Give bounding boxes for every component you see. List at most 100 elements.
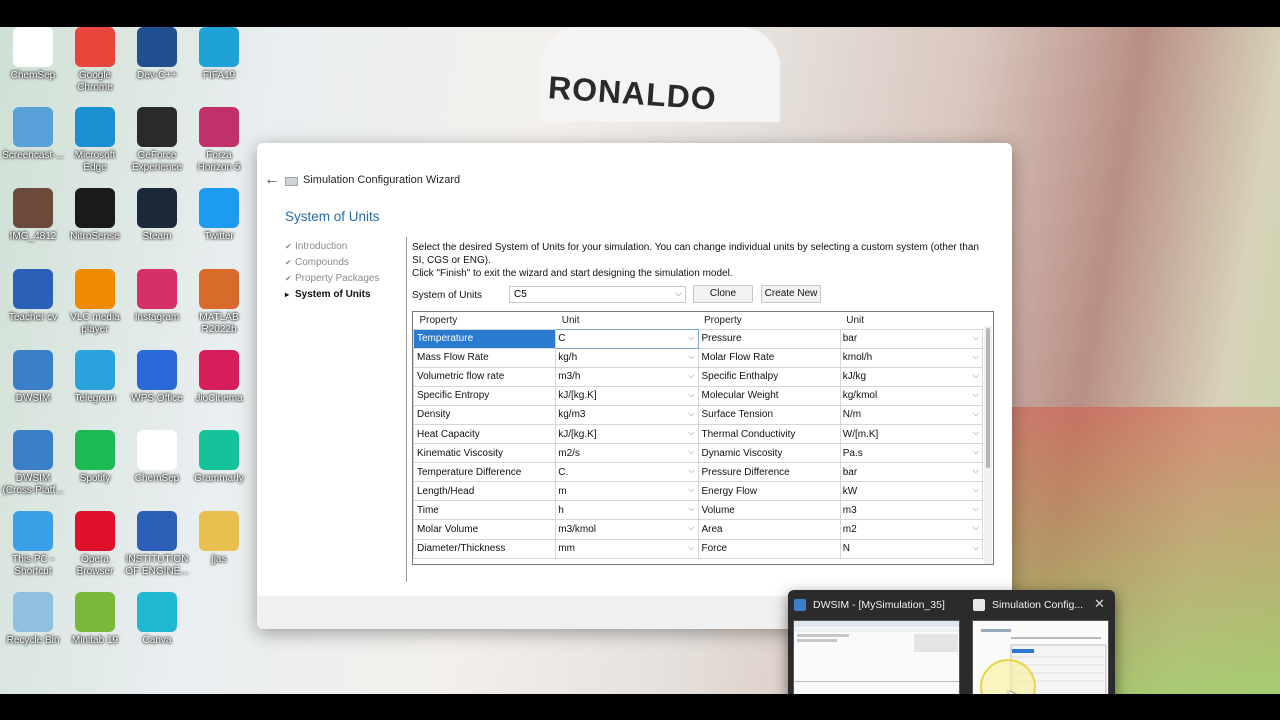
property-cell[interactable]: Kinematic Viscosity: [413, 443, 557, 464]
property-cell[interactable]: Pressure: [697, 328, 841, 349]
property-cell[interactable]: Force: [697, 538, 841, 559]
column-header[interactable]: Unit: [555, 312, 698, 329]
clone-button[interactable]: Clone: [693, 285, 753, 303]
unit-select[interactable]: kg/kmol ⌵: [839, 385, 984, 406]
property-cell[interactable]: Thermal Conductivity: [697, 423, 841, 445]
wizard-step[interactable]: ✔ Introduction: [285, 239, 380, 255]
desktop-icon-forza[interactable]: Forza Horizon 5: [186, 107, 252, 174]
desktop-icon-minitab[interactable]: Minitab 19: [62, 592, 128, 647]
column-header[interactable]: Unit: [840, 312, 983, 329]
unit-select[interactable]: m3/kmol ⌵: [555, 519, 699, 540]
unit-select[interactable]: W/[m.K] ⌵: [839, 423, 984, 445]
wizard-step[interactable]: ✔ Compounds: [285, 255, 380, 271]
property-cell[interactable]: Area: [697, 519, 841, 540]
unit-select[interactable]: m2 ⌵: [839, 519, 984, 540]
column-header[interactable]: Property: [413, 312, 556, 329]
scrollbar-thumb[interactable]: [986, 328, 990, 468]
desktop-icon-spotify[interactable]: Spotify: [62, 430, 128, 485]
desktop-icon-geforce[interactable]: GeForce Experience: [124, 107, 190, 174]
grid-scrollbar[interactable]: [984, 326, 992, 564]
desktop-icon-dwsim[interactable]: DWSIM: [0, 350, 66, 405]
desktop-icon-word-doc[interactable]: Teacher cv: [0, 269, 66, 324]
property-cell[interactable]: Mass Flow Rate: [413, 347, 557, 368]
desktop-icon-vlc[interactable]: VLC media player: [62, 269, 128, 336]
property-cell[interactable]: Specific Enthalpy: [697, 366, 841, 387]
close-icon[interactable]: ✕: [1094, 596, 1105, 612]
property-cell[interactable]: Length/Head: [413, 481, 557, 502]
unit-select[interactable]: kmol/h ⌵: [839, 347, 984, 368]
desktop-icon-grammarly[interactable]: Grammarly: [186, 430, 252, 485]
unit-select[interactable]: kg/m3 ⌵: [555, 404, 699, 425]
unit-select[interactable]: m3/h ⌵: [555, 366, 699, 387]
unit-select[interactable]: kJ/[kg.K] ⌵: [555, 385, 699, 406]
property-cell[interactable]: Temperature: [413, 328, 557, 349]
unit-select[interactable]: N/m ⌵: [839, 404, 984, 425]
desktop-icon-label: Telegram: [74, 393, 116, 404]
unit-select[interactable]: C. ⌵: [555, 462, 699, 483]
desktop-icon-opera[interactable]: Opera Browser: [62, 511, 128, 578]
property-cell[interactable]: Time: [413, 500, 557, 521]
property-cell[interactable]: Energy Flow: [697, 481, 841, 502]
create-new-button[interactable]: Create New: [761, 285, 821, 303]
desktop-icon-screencast[interactable]: Screencast-...: [0, 107, 66, 162]
property-cell[interactable]: Molar Flow Rate: [697, 347, 841, 368]
preview-title-dwsim[interactable]: DWSIM - [MySimulation_35]: [813, 599, 945, 611]
desktop-icon-fifa19[interactable]: FIFA19: [186, 27, 252, 82]
desktop-icon-chrome[interactable]: Google Chrome: [62, 27, 128, 94]
desktop-icon-nitrosense[interactable]: NitroSense: [62, 188, 128, 243]
desktop-icon-instagram[interactable]: Instagram: [124, 269, 190, 324]
preview-title-wizard[interactable]: Simulation Config...: [992, 599, 1083, 611]
preview-thumbnail-dwsim[interactable]: [793, 620, 960, 694]
desktop-icon-edge[interactable]: Microsoft Edge: [62, 107, 128, 174]
unit-select[interactable]: kJ/kg ⌵: [839, 366, 984, 387]
unit-select[interactable]: mm ⌵: [555, 538, 699, 559]
property-cell[interactable]: Volumetric flow rate: [413, 366, 557, 387]
unit-select[interactable]: bar ⌵: [839, 328, 984, 349]
unit-select[interactable]: kg/h ⌵: [555, 347, 699, 368]
unit-select[interactable]: h ⌵: [555, 500, 699, 521]
wizard-step[interactable]: ▸ System of Units: [285, 287, 380, 303]
property-cell[interactable]: Pressure Difference: [697, 462, 841, 483]
desktop-icon-twitter[interactable]: Twitter: [186, 188, 252, 243]
unit-select[interactable]: m ⌵: [555, 481, 699, 502]
desktop-icon-wps[interactable]: WPS Office: [124, 350, 190, 405]
property-cell[interactable]: Dynamic Viscosity: [697, 443, 841, 464]
chevron-down-icon: ⌵: [972, 523, 979, 533]
back-arrow-icon[interactable]: ←: [264, 171, 280, 189]
wizard-step[interactable]: ✔ Property Packages: [285, 271, 380, 287]
desktop-icon-recycle-bin[interactable]: Recycle Bin: [0, 592, 66, 647]
property-cell[interactable]: Heat Capacity: [413, 423, 557, 445]
property-cell[interactable]: Specific Entropy: [413, 385, 557, 406]
desktop-icon-chemsep[interactable]: ChemSep: [0, 27, 66, 82]
desktop-icon-canva[interactable]: Canva: [124, 592, 190, 647]
desktop-icon-image[interactable]: IMG_4812: [0, 188, 66, 243]
desktop-icon-devcpp[interactable]: Dev-C++: [124, 27, 190, 82]
desktop-icon-matlab[interactable]: MATLAB R2022b: [186, 269, 252, 336]
unit-select[interactable]: m2/s ⌵: [555, 443, 699, 464]
unit-select[interactable]: N ⌵: [839, 538, 984, 559]
desktop-icon-chemsep[interactable]: ChemSep: [124, 430, 190, 485]
desktop-icon-dwsim-cross[interactable]: DWSIM (Cross-Platf...: [0, 430, 66, 497]
property-cell[interactable]: Density: [413, 404, 557, 425]
desktop-icon-steam[interactable]: Steam: [124, 188, 190, 243]
desktop-icon-jiocinema[interactable]: JioCinema: [186, 350, 252, 405]
desktop-icon-word-doc[interactable]: INSTITUTION OF ENGINE...: [124, 511, 190, 578]
property-cell[interactable]: Temperature Difference: [413, 462, 557, 483]
desktop-icon-this-pc[interactable]: This PC - Shortcut: [0, 511, 66, 578]
unit-select[interactable]: C ⌵: [555, 328, 699, 349]
column-header[interactable]: Property: [698, 312, 841, 329]
system-of-units-select[interactable]: C5 ⌵: [509, 286, 686, 303]
unit-select[interactable]: Pa.s ⌵: [839, 443, 984, 464]
unit-select[interactable]: kJ/[kg.K] ⌵: [555, 423, 699, 445]
unit-select[interactable]: kW ⌵: [839, 481, 984, 502]
desktop-icon-telegram[interactable]: Telegram: [62, 350, 128, 405]
property-cell[interactable]: Volume: [697, 500, 841, 521]
property-cell[interactable]: Surface Tension: [697, 404, 841, 425]
property-cell[interactable]: Molar Volume: [413, 519, 557, 540]
unit-select[interactable]: m3 ⌵: [839, 500, 984, 521]
twitter-icon: [199, 188, 239, 228]
unit-select[interactable]: bar ⌵: [839, 462, 984, 483]
desktop-icon-folder[interactable]: jjas: [186, 511, 252, 566]
property-cell[interactable]: Diameter/Thickness: [413, 538, 557, 559]
property-cell[interactable]: Molecular Weight: [697, 385, 841, 406]
